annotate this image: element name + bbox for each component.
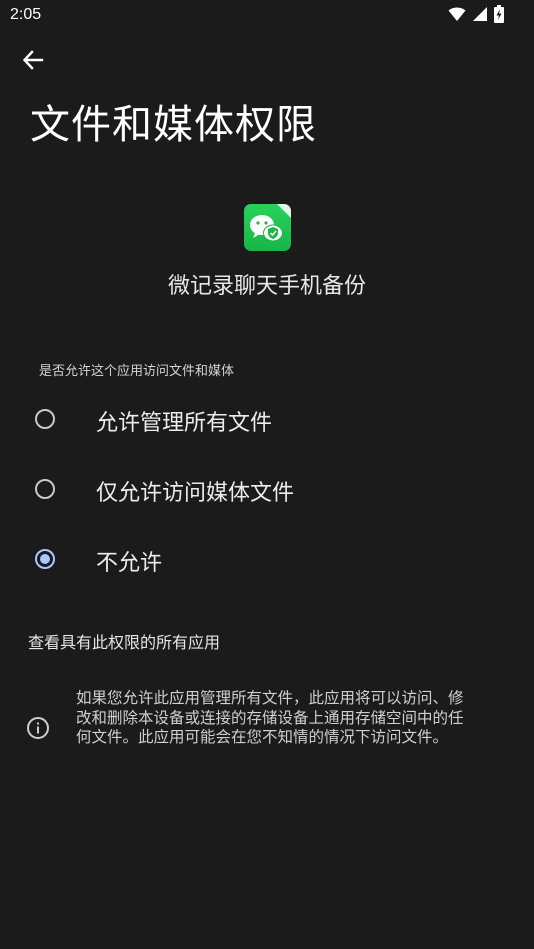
status-bar: 2:05: [0, 0, 534, 30]
status-time: 2:05: [10, 6, 42, 23]
radio-option-deny[interactable]: 不允许: [0, 530, 534, 590]
app-name: 微记录聊天手机备份: [167, 274, 366, 299]
radio-button[interactable]: [35, 479, 55, 499]
radio-button-selected[interactable]: [35, 549, 55, 569]
radio-option-allow-all[interactable]: 允许管理所有文件: [0, 390, 534, 450]
info-icon: [26, 716, 50, 740]
see-all-apps-link[interactable]: 查看具有此权限的所有应用: [28, 629, 220, 653]
radio-label: 允许管理所有文件: [96, 411, 273, 436]
battery-charging-icon: [494, 5, 504, 27]
radio-button[interactable]: [35, 409, 55, 429]
wifi-icon: [448, 6, 466, 26]
status-icons: [448, 5, 504, 27]
app-icon: [244, 204, 291, 251]
permission-question: 是否允许这个应用访问文件和媒体: [39, 364, 235, 379]
arrow-left-icon: [22, 49, 44, 75]
radio-label: 不允许: [96, 551, 163, 576]
radio-label: 仅允许访问媒体文件: [96, 481, 295, 506]
back-button[interactable]: [14, 46, 52, 78]
cellular-signal-icon: [472, 6, 488, 26]
radio-option-media-only[interactable]: 仅允许访问媒体文件: [0, 460, 534, 520]
page-title: 文件和媒体权限: [30, 102, 317, 148]
info-text: 如果您允许此应用管理所有文件，此应用将可以访问、修改和删除本设备或连接的存储设备…: [76, 689, 464, 746]
